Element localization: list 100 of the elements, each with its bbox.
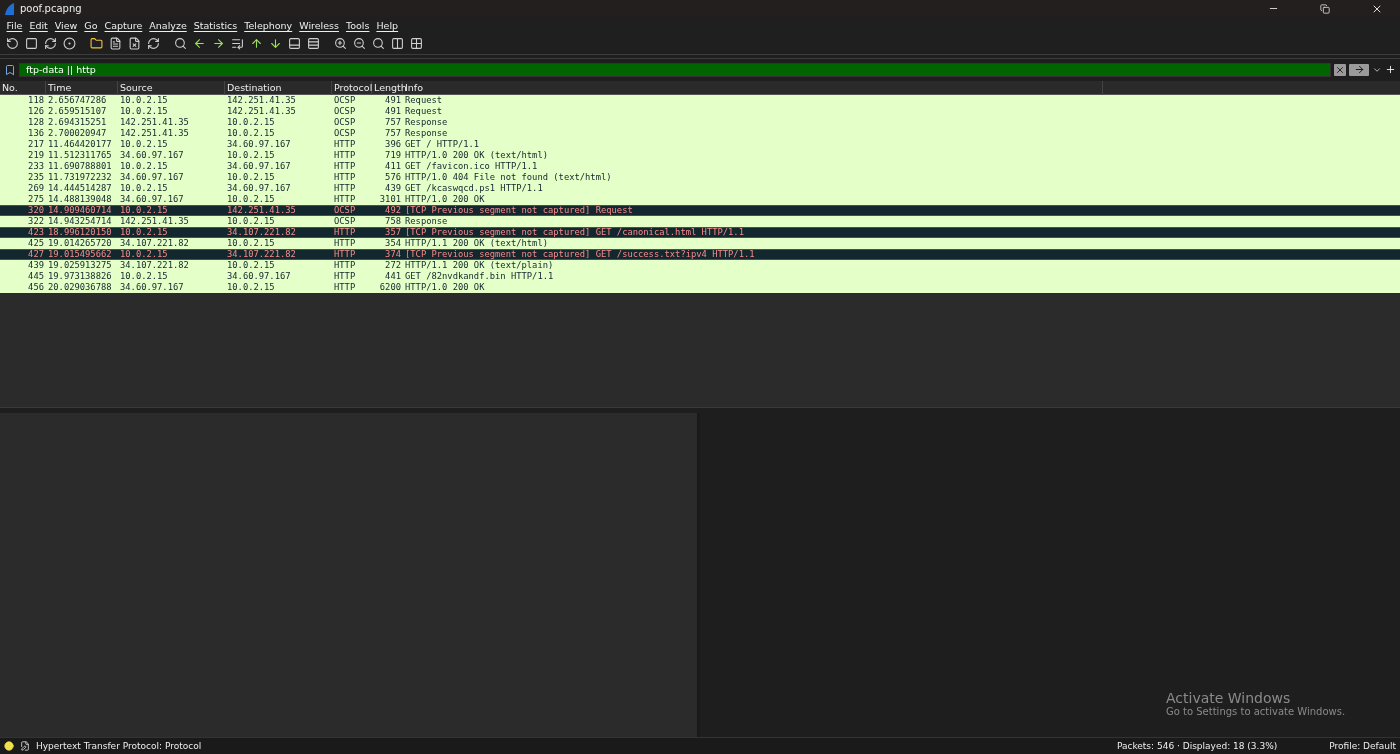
column-header[interactable]: Source	[118, 80, 225, 95]
packet-row[interactable]: 217 11.464420177 10.0.2.15 34.60.97.167 HTTP 396 GET / HTTP/1.1	[0, 139, 1400, 150]
grid-icon[interactable]	[408, 35, 425, 52]
menu-item[interactable]: Edit	[25, 19, 52, 31]
table-cell-text: 757	[384, 117, 402, 128]
zoom-reset-icon[interactable]	[370, 35, 387, 52]
table-cell-text: HTTP/1.0 200 OK	[404, 282, 486, 293]
table-cell-text: 11.512311765	[47, 150, 113, 161]
colorize-icon[interactable]	[305, 35, 322, 52]
column-header[interactable]: No.	[0, 80, 46, 95]
table-cell-text: 719	[384, 150, 402, 161]
table-cell-text: 396	[384, 139, 402, 150]
table-cell-text: GET / HTTP/1.1	[404, 139, 481, 150]
zoom-out-icon[interactable]	[351, 35, 368, 52]
clear-icon	[1335, 64, 1345, 75]
table-cell-text: 2.700020947	[47, 128, 108, 139]
expert-info-icon[interactable]	[4, 741, 14, 751]
table-cell-text: 3101	[378, 194, 402, 205]
menu-item[interactable]: Help	[372, 19, 402, 31]
table-cell-text: HTTP/1.1 200 OK (text/html)	[404, 238, 549, 249]
table-cell-text: 34.60.97.167	[119, 172, 185, 183]
menu-item[interactable]: Statistics	[190, 19, 241, 31]
table-cell-text: HTTP	[333, 227, 357, 238]
table-cell-text: 10.0.2.15	[226, 282, 276, 293]
bookmark-icon[interactable]	[4, 63, 16, 76]
packet-row[interactable]: 233 11.690788801 10.0.2.15 34.60.97.167 HTTP 411 GET /favicon.ico HTTP/1.1	[0, 161, 1400, 172]
restore-icon[interactable]	[1320, 3, 1330, 14]
table-cell-text: 425	[27, 238, 45, 249]
packet-row[interactable]: 445 19.973138826 10.0.2.15 34.60.97.167 HTTP 441 GET /82nvdkandf.bin HTTP/1.1	[0, 271, 1400, 282]
table-cell-text: 14.909460714	[47, 205, 113, 216]
table-cell-text: 142.251.41.35	[119, 117, 190, 128]
table-cell-text: HTTP	[333, 282, 357, 293]
table-cell-text: 126	[27, 106, 45, 117]
table-cell-text: Response	[404, 216, 449, 227]
column-header[interactable]: Protocol	[332, 80, 372, 95]
column-header[interactable]: Destination	[225, 80, 332, 95]
table-cell-text: 10.0.2.15	[119, 183, 169, 194]
restart-icon[interactable]	[42, 35, 59, 52]
table-cell-text: 10.0.2.15	[226, 128, 276, 139]
packet-row[interactable]: 456 20.029036788 34.60.97.167 10.0.2.15 HTTP 6200 HTTP/1.0 200 OK	[0, 282, 1400, 293]
table-cell-text: 439	[384, 183, 402, 194]
packet-row[interactable]: 126 2.659515107 10.0.2.15 142.251.41.35 OCSP 491 Request	[0, 106, 1400, 117]
apply-filter-button[interactable]	[1349, 63, 1369, 76]
table-cell-text: 10.0.2.15	[119, 249, 169, 260]
packet-row[interactable]: 427 19.015495662 10.0.2.15 34.107.221.82 HTTP 374 [TCP Previous segment not captured] GET /success.txt?ipv4 HTTP/1.1	[0, 249, 1400, 260]
table-cell-text: OCSP	[333, 128, 357, 139]
comment-icon[interactable]	[20, 741, 30, 751]
menu-item[interactable]: Telephony	[240, 19, 296, 31]
table-cell-text: 10.0.2.15	[226, 216, 276, 227]
menu-item[interactable]: Tools	[342, 19, 373, 31]
columns-icon[interactable]	[389, 35, 406, 52]
menu-item[interactable]: View	[51, 19, 81, 31]
table-cell-text: Request	[404, 106, 444, 117]
packet-row[interactable]: 136 2.700020947 142.251.41.35 10.0.2.15 OCSP 757 Response	[0, 128, 1400, 139]
table-cell-text: 34.107.221.82	[226, 227, 297, 238]
menu-item[interactable]: Go	[80, 19, 102, 31]
column-header[interactable]: Time	[46, 80, 118, 95]
table-cell-text: 34.60.97.167	[226, 139, 292, 150]
add-filter-icon[interactable]	[1385, 64, 1396, 75]
menu-item[interactable]: File	[3, 19, 26, 31]
search-icon[interactable]	[172, 35, 189, 52]
packet-row[interactable]: 219 11.512311765 34.60.97.167 10.0.2.15 HTTP 719 HTTP/1.0 200 OK (text/html)	[0, 150, 1400, 161]
table-cell-text: 491	[384, 106, 402, 117]
autoscroll-icon[interactable]	[286, 35, 303, 52]
table-cell-text: 14.444514287	[47, 183, 113, 194]
packet-row[interactable]: 275 14.488139048 34.60.97.167 10.0.2.15 HTTP 3101 HTTP/1.0 200 OK	[0, 194, 1400, 205]
table-cell-text: 34.60.97.167	[119, 194, 185, 205]
packet-row[interactable]: 439 19.025913275 34.107.221.82 10.0.2.15 HTTP 272 HTTP/1.1 200 OK (text/plain)	[0, 260, 1400, 271]
zoom-in-icon[interactable]	[332, 35, 349, 52]
packet-row[interactable]: 118 2.656747286 10.0.2.15 142.251.41.35 OCSP 491 Request	[0, 95, 1400, 106]
menu-item[interactable]: Capture	[101, 19, 146, 31]
profile-label[interactable]: Profile: Default	[1329, 741, 1396, 751]
table-cell-text: [TCP Previous segment not captured] GET /success.txt?ipv4 HTTP/1.1	[404, 249, 756, 260]
menu-item[interactable]: Wireless	[295, 19, 343, 31]
reload-icon[interactable]	[145, 35, 162, 52]
table-cell-text: 441	[384, 271, 402, 282]
table-cell-text: 14.488139048	[47, 194, 113, 205]
table-cell-text: 142.251.41.35	[226, 106, 297, 117]
table-cell-text: 142.251.41.35	[226, 205, 297, 216]
table-cell-text: HTTP	[333, 183, 357, 194]
packet-row[interactable]: 423 18.996120150 10.0.2.15 34.107.221.82 HTTP 357 [TCP Previous segment not captured] GET /canonical.html HTTP/1.1	[0, 227, 1400, 238]
display-filter-field[interactable]: ftp-data || http	[19, 62, 1331, 77]
table-cell-text: 10.0.2.15	[119, 271, 169, 282]
menu-item[interactable]: Analyze	[145, 19, 191, 31]
table-cell-text: 10.0.2.15	[119, 205, 169, 216]
table-cell-text: 233	[27, 161, 45, 172]
packet-row[interactable]: 269 14.444514287 10.0.2.15 34.60.97.167 HTTP 439 GET /kcaswqcd.ps1 HTTP/1.1	[0, 183, 1400, 194]
packet-row[interactable]: 425 19.014265720 34.107.221.82 10.0.2.15 HTTP 354 HTTP/1.1 200 OK (text/html)	[0, 238, 1400, 249]
packet-row[interactable]: 128 2.694315251 142.251.41.35 10.0.2.15 OCSP 757 Response	[0, 117, 1400, 128]
table-cell-text: HTTP/1.0 200 OK (text/html)	[404, 150, 549, 161]
packet-row[interactable]: 320 14.909460714 10.0.2.15 142.251.41.35 OCSP 492 [TCP Previous segment not captured] Request	[0, 205, 1400, 216]
table-cell-text: 34.107.221.82	[119, 260, 190, 271]
table-cell-text: 6200	[378, 282, 402, 293]
packet-row[interactable]: 322 14.943254714 142.251.41.35 10.0.2.15 OCSP 758 Response	[0, 216, 1400, 227]
clear-filter-button[interactable]	[1334, 63, 1346, 76]
packet-row[interactable]: 235 11.731972232 34.60.97.167 10.0.2.15 HTTP 576 HTTP/1.0 404 File not found (text/html)	[0, 172, 1400, 183]
stop-icon[interactable]	[23, 35, 40, 52]
table-cell-text: 2.659515107	[47, 106, 108, 117]
packets-count: Packets: 546 · Displayed: 18 (3.3%)	[1116, 741, 1278, 751]
table-cell-text: 10.0.2.15	[226, 238, 276, 249]
